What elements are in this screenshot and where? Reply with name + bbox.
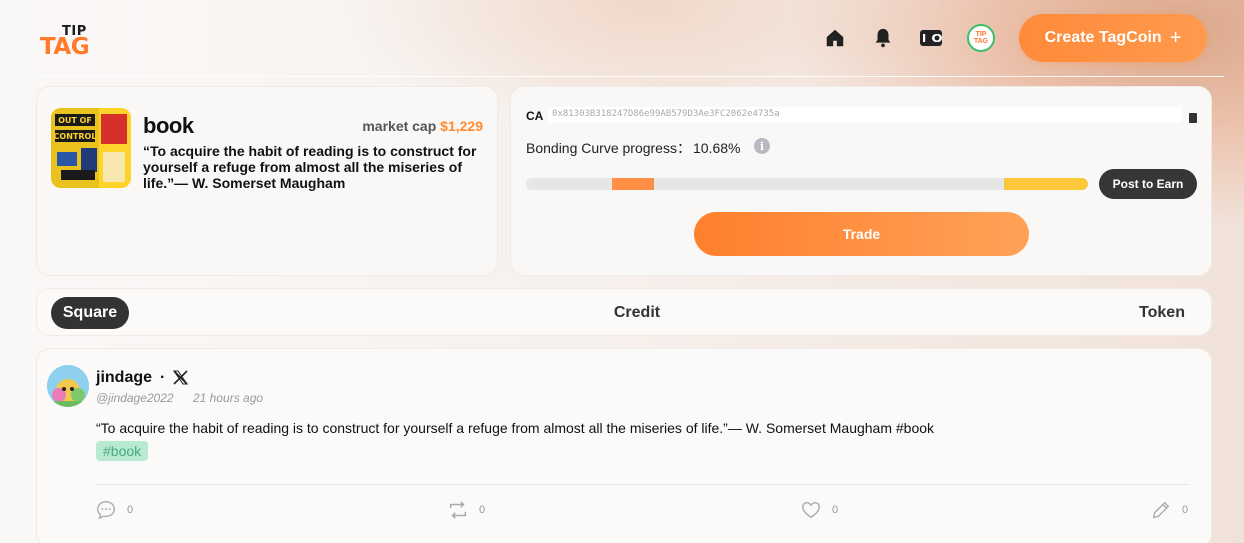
like-button[interactable]: 0 [800,499,838,521]
info-icon[interactable]: i [754,138,770,154]
trade-button[interactable]: Trade [694,212,1029,256]
heart-icon [802,501,820,519]
like-count: 0 [832,504,839,516]
bell-icon[interactable] [871,26,895,50]
bonding-progress-bar [526,178,1088,190]
bonding-card: CA 0x81303B318247D86e99AB579D3Ae3FC2062e… [510,86,1212,276]
create-tagcoin-label: Create TagCoin [1044,29,1162,46]
post-body: “To acquire the habit of reading is to c… [96,420,935,436]
tab-token[interactable]: Token [1129,297,1195,329]
post-handle: @jindage2022 [96,391,174,405]
bonding-curve-progress: Bonding Curve progress： 10.68% [526,138,740,158]
contract-address[interactable]: 0x81303B318247D86e99AB579D3Ae3FC2062e473… [548,107,1182,123]
wallet-icon[interactable] [919,26,943,50]
tab-credit[interactable]: Credit [597,297,677,329]
market-cap-label: market cap [362,118,437,134]
progress-fill [611,178,655,190]
repost-button[interactable]: 0 [447,499,485,521]
bonding-curve-percent: 10.68% [692,140,741,156]
profile-avatar[interactable]: TIP TAG [967,24,995,52]
comment-button[interactable]: 0 [95,499,133,521]
post-separator: · [160,369,166,386]
bonding-curve-label: Bonding Curve progress： [526,140,691,156]
svg-text:CONTROL: CONTROL [54,132,97,141]
edit-button[interactable]: 0 [1150,499,1188,521]
feed-post: jindage · @jindage2022 21 hours ago “To … [36,348,1212,543]
repost-icon [449,501,467,519]
token-description: “To acquire the habit of reading is to c… [143,143,477,191]
plus-icon: + [1169,27,1182,49]
market-cap: market cap $1,229 [362,118,483,134]
top-header: TIP TAG TIP TAG Create TagCoin + [0,0,1244,78]
progress-goal-segment [1004,178,1088,190]
copy-icon[interactable] [1189,110,1197,123]
comment-icon [97,501,115,520]
user-avatar[interactable] [47,365,89,407]
logo-bottom-text: TAG [40,34,90,60]
comment-count: 0 [127,504,134,516]
token-info-card: OUT OF CONTROL book market cap $1,229 “T… [36,86,498,276]
post-divider [96,484,1188,485]
tiptag-logo[interactable]: TIP TAG [40,24,92,60]
post-to-earn-button[interactable]: Post to Earn [1099,169,1197,199]
repost-count: 0 [479,504,486,516]
create-tagcoin-button[interactable]: Create TagCoin + [1019,14,1207,62]
hashtag-chip[interactable]: #book [96,441,149,461]
token-cover-image: OUT OF CONTROL [51,108,131,188]
avatar-logo-text: TIP TAG [973,31,989,45]
post-username[interactable]: jindage [96,369,152,387]
market-cap-value: $1,229 [440,118,483,134]
feed-tabs: Square Credit Token [36,288,1212,336]
tab-square[interactable]: Square [51,297,129,329]
token-name: book [143,113,194,138]
home-icon[interactable] [823,26,847,50]
edit-count: 0 [1182,504,1189,516]
post-timestamp: 21 hours ago [193,391,264,405]
svg-text:OUT OF: OUT OF [58,116,92,125]
header-divider [36,76,1224,77]
pencil-icon [1152,501,1170,519]
ca-label: CA [526,109,544,123]
x-twitter-icon[interactable] [172,369,189,386]
